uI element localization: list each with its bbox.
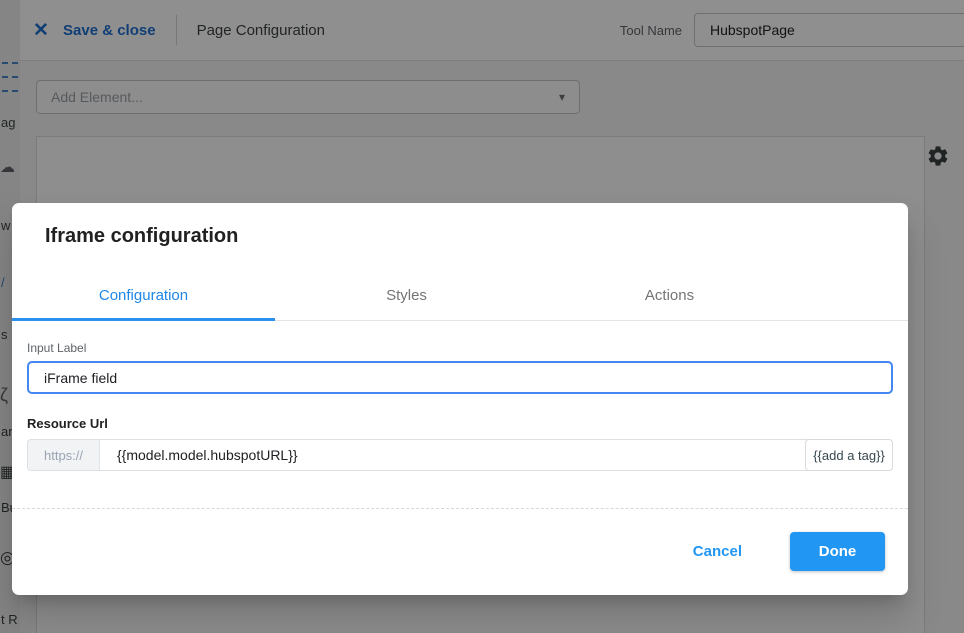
input-label-caption: Input Label bbox=[27, 341, 86, 355]
screen: ag ☁ w / s ζ an ▦ Bu ◎ t R ✕ Save & clos… bbox=[0, 0, 964, 633]
dialog-tabs: Configuration Styles Actions bbox=[12, 273, 908, 321]
done-button[interactable]: Done bbox=[790, 532, 885, 571]
cancel-button[interactable]: Cancel bbox=[693, 543, 742, 560]
dialog-title: Iframe configuration bbox=[45, 225, 238, 248]
iframe-configuration-dialog: Iframe configuration Configuration Style… bbox=[12, 203, 908, 595]
tab-styles[interactable]: Styles bbox=[275, 273, 538, 321]
resource-url-caption: Resource Url bbox=[27, 416, 108, 431]
resource-url-field[interactable] bbox=[100, 440, 806, 470]
tab-configuration[interactable]: Configuration bbox=[12, 273, 275, 321]
add-a-tag-button[interactable]: {{add a tag}} bbox=[805, 439, 893, 471]
input-label-field[interactable] bbox=[27, 361, 893, 394]
url-protocol-prefix: https:// bbox=[28, 440, 100, 470]
tab-actions[interactable]: Actions bbox=[538, 273, 801, 321]
dialog-footer: Cancel Done bbox=[12, 508, 908, 595]
resource-url-group: https:// {{add a tag}} bbox=[27, 439, 893, 471]
